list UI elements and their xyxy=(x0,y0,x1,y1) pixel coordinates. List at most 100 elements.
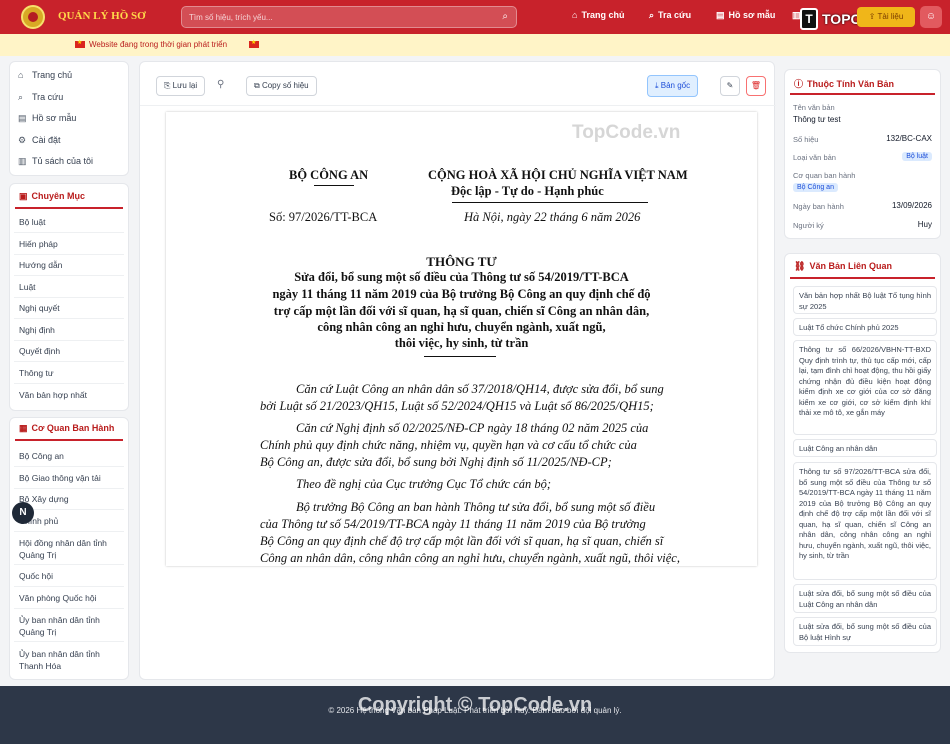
search-box[interactable]: ⌕ xyxy=(181,6,517,28)
gear-icon: ⚙ xyxy=(18,135,27,145)
agency-item[interactable]: Văn phòng Quốc hội xyxy=(14,592,124,609)
sidebar-main-nav: ⌂ Trang chủ ⌕ Tra cứu ▤ Hồ sơ mẫu ⚙ Cài đặt … xyxy=(9,61,129,176)
toolbar-divider xyxy=(140,105,776,106)
document-page: BỘ CÔNG AN CỘNG HOÀ XÃ HỘI CHỦ NGHĨA VIỆ… xyxy=(166,112,757,566)
nav-home[interactable]: ⌂ Trang chủ xyxy=(572,10,624,20)
property-label: Cơ quan ban hành xyxy=(793,171,856,180)
sidebar-item-bookshelf[interactable]: ▥ Tủ sách của tôi xyxy=(18,156,93,167)
pin-icon[interactable]: ⚲ xyxy=(217,79,224,90)
download-original-button[interactable]: ⤓ Bản gốc xyxy=(647,75,699,97)
search-icon[interactable]: ⌕ xyxy=(502,11,508,22)
category-item[interactable]: Nghị quyết xyxy=(14,302,124,319)
preamble-line: Theo đề nghị của Cục trưởng Cục Tổ chức … xyxy=(296,477,551,491)
property-label: Người ký xyxy=(793,221,824,230)
bookmark-icon: ⎘ xyxy=(164,81,173,90)
national-slogan: Độc lập - Tự do - Hạnh phúc xyxy=(451,184,604,198)
user-icon: ☺ xyxy=(925,11,937,22)
document-type: THÔNG TƯ xyxy=(426,254,497,269)
category-item[interactable]: Văn bản hợp nhất xyxy=(14,389,124,406)
related-heading: ⛓ Văn Bản Liên Quan xyxy=(790,261,935,279)
vietnam-flag-icon xyxy=(249,39,259,48)
title-line: công nhân công an nghỉ hưu, chuyển ngành… xyxy=(317,320,606,334)
sidebar-agencies: ▦ Cơ Quan Ban Hành Bộ Công an Bộ Giao thô… xyxy=(9,417,129,680)
agency-item[interactable]: Hội đồng nhân dân tỉnh Quảng Trị xyxy=(14,537,124,565)
category-item[interactable]: Quyết định xyxy=(14,345,124,362)
trash-icon: 🗑 xyxy=(750,81,762,90)
related-item[interactable]: Luật sửa đổi, bổ sung một số điều của Bộ… xyxy=(793,617,937,646)
edit-button[interactable]: ✎ xyxy=(720,76,740,96)
national-motto: CỘNG HOÀ XÃ HỘI CHỦ NGHĨA VIỆT NAM xyxy=(428,168,688,182)
title-line: Sửa đổi, bổ sung một số điều của Thông t… xyxy=(294,270,629,284)
agencies-heading: ▦ Cơ Quan Ban Hành xyxy=(15,423,123,441)
property-label: Loại văn bản xyxy=(793,153,836,162)
agency-item[interactable]: Bộ Công an xyxy=(14,450,124,467)
category-item[interactable]: Hiến pháp xyxy=(14,238,124,255)
dev-banner: Website đang trong thời gian phát triển xyxy=(0,34,950,56)
title-line: ngày 11 tháng 11 năm 2019 của Bộ trưởng … xyxy=(272,287,651,301)
search-icon: ⌕ xyxy=(18,92,24,102)
police-emblem-logo[interactable] xyxy=(21,5,45,29)
copy-number-button[interactable]: ⧉ Copy số hiệu xyxy=(246,76,317,96)
category-item[interactable]: Hướng dẫn xyxy=(14,259,124,276)
info-icon: ⓘ xyxy=(794,79,804,89)
preamble-line: của Thông tư số 54/2019/TT-BCA ngày 11 t… xyxy=(260,517,646,531)
category-item[interactable]: Nghị định xyxy=(14,324,124,341)
home-icon: ⌂ xyxy=(18,70,24,80)
save-button[interactable]: ⎘ Lưu lại xyxy=(156,76,206,96)
document-icon: ▤ xyxy=(716,10,725,20)
issuing-agency: BỘ CÔNG AN xyxy=(289,168,369,182)
vietnam-flag-icon xyxy=(75,39,85,48)
building-icon: ▦ xyxy=(19,423,28,433)
agency-item[interactable]: Ủy ban nhân dân tỉnh Thanh Hóa xyxy=(14,648,124,676)
book-icon: ▥ xyxy=(18,156,27,166)
preamble-line: Bộ Công an, được sửa đổi, bổ sung bởi Ng… xyxy=(260,455,612,469)
sidebar-item-settings[interactable]: ⚙ Cài đặt xyxy=(18,135,61,146)
topcode-watermark: TopCode.vn xyxy=(572,122,681,143)
property-agency-badge: Bộ Công an xyxy=(793,183,838,192)
preamble-line: Công an nhân dân, công nhân công an nghỉ… xyxy=(260,551,680,565)
brand-title[interactable]: QUẢN LÝ HỒ SƠ xyxy=(58,10,146,22)
sidebar-item-home[interactable]: ⌂ Trang chủ xyxy=(18,70,72,80)
title-line: thôi việc, hy sinh, từ trần xyxy=(394,336,529,350)
property-name: Thông tư test xyxy=(793,115,841,124)
property-type-badge: Bộ luật xyxy=(902,152,932,161)
related-item[interactable]: Luật Công an nhân dân xyxy=(793,439,937,457)
preamble-line: bởi Luật số 21/2023/QH15, Luật số 52/202… xyxy=(260,399,654,413)
related-item[interactable]: Thông tư số 97/2026/TT-BCA sửa đổi, bổ s… xyxy=(793,462,937,580)
agency-item[interactable]: Ủy ban nhân dân tỉnh Quảng Trị xyxy=(14,614,124,642)
category-item[interactable]: Bộ luật xyxy=(14,216,124,233)
property-date: 13/09/2026 xyxy=(891,201,932,210)
property-number: 132/BC-CAX xyxy=(886,134,932,143)
agency-item[interactable]: Bộ Giao thông vận tải xyxy=(14,472,124,489)
category-item[interactable]: Thông tư xyxy=(14,367,124,384)
preamble-line: Chính phủ quy định chức năng, nhiệm vụ, … xyxy=(260,438,637,452)
slogan-underline xyxy=(452,202,648,203)
category-item[interactable]: Luật xyxy=(14,281,124,298)
related-item[interactable]: Văn bản hợp nhất Bộ luật Tố tụng hình sự… xyxy=(793,286,937,314)
document-number: Số: 97/2026/TT-BCA xyxy=(269,210,378,224)
nav-templates[interactable]: ▤ Hồ sơ mẫu xyxy=(716,10,775,21)
document-icon: ▤ xyxy=(18,113,27,123)
nav-search[interactable]: ⌕ Tra cứu xyxy=(649,10,691,21)
search-icon: ⌕ xyxy=(649,10,655,20)
place-date: Hà Nội, ngày 22 tháng 6 năm 2026 xyxy=(464,210,641,224)
delete-button[interactable]: 🗑 xyxy=(746,76,766,96)
sidebar-item-templates[interactable]: ▤ Hồ sơ mẫu xyxy=(18,113,76,124)
related-item[interactable]: Thông tư số 66/2026/VBHN-TT-BXD Quy định… xyxy=(793,340,937,435)
topcode-logo-icon: T xyxy=(800,8,818,30)
upload-button[interactable]: ⇪ Tài liệu xyxy=(857,7,915,27)
document-properties: ⓘ Thuộc Tính Văn Bản Tên văn bản Thông tư… xyxy=(784,69,941,239)
agency-item[interactable]: Quốc hội xyxy=(14,570,124,587)
properties-heading: ⓘ Thuộc Tính Văn Bản xyxy=(790,77,935,95)
title-underline xyxy=(424,356,496,357)
sidebar-item-search[interactable]: ⌕ Tra cứu xyxy=(18,92,63,103)
related-item[interactable]: Luật sửa đổi, bổ sung một số điều của Lu… xyxy=(793,584,937,613)
search-input[interactable] xyxy=(189,10,489,24)
floating-avatar[interactable]: N xyxy=(12,502,34,524)
related-item[interactable]: Luật Tổ chức Chính phủ 2025 xyxy=(793,318,937,336)
top-header: QUẢN LÝ HỒ SƠ ⌕ ⌂Trang chủ ⌕Tra cứu ▤Hồ … xyxy=(0,0,950,34)
preamble-line: Căn cứ Nghị định số 02/2025/NĐ-CP ngày 1… xyxy=(296,421,649,435)
home-icon: ⌂ xyxy=(572,10,578,20)
account-button[interactable]: ☺ xyxy=(920,6,942,28)
copyright-watermark: Copyright © TopCode.vn xyxy=(357,694,593,716)
